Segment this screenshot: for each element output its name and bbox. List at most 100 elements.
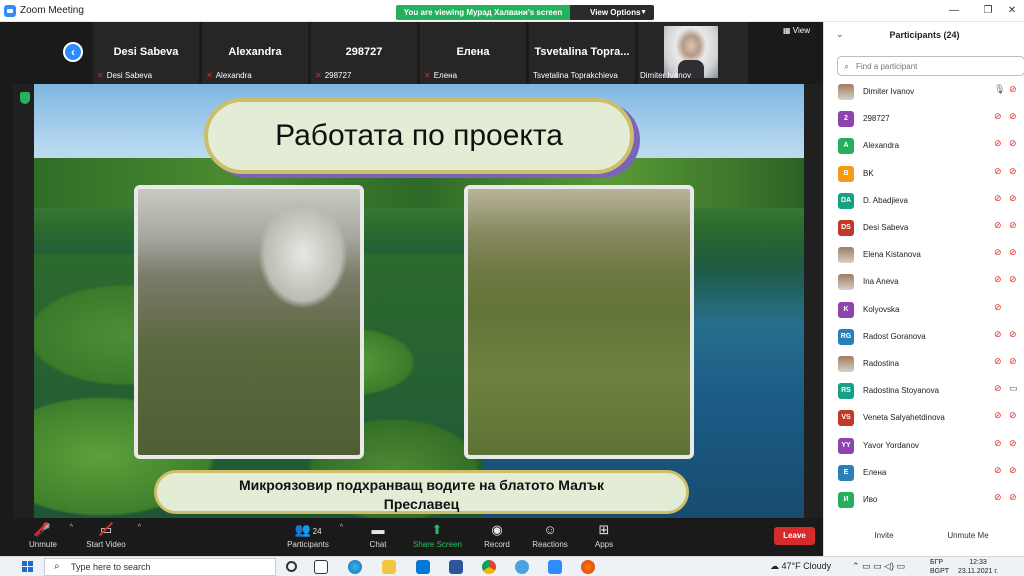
participant-name: Radostina	[863, 359, 900, 368]
taskbar-search-input[interactable]: ⌕ Type here to search	[44, 558, 276, 576]
video-off-icon: ⊘	[1009, 247, 1017, 258]
participant-row[interactable]: Dimiter Ivanov 🎙 ⊘	[824, 80, 1024, 107]
participant-row[interactable]: DA D. Abadjieva ⊘ ⊘	[824, 189, 1024, 216]
mic-muted-icon: ⊘	[994, 410, 1002, 421]
close-icon[interactable]: ✕	[1002, 3, 1022, 19]
view-options-button[interactable]: View Options ▼	[570, 5, 654, 20]
record-button[interactable]: ◉ Record	[483, 518, 511, 556]
video-off-icon: ⊘	[1009, 464, 1017, 475]
participant-row[interactable]: Radostina ⊘ ⊘	[824, 352, 1024, 379]
participant-row[interactable]: И Иво ⊘ ⊘	[824, 488, 1024, 515]
language-top: БГР	[930, 559, 944, 566]
participant-row[interactable]: A Alexandra ⊘ ⊘	[824, 134, 1024, 161]
share-screen-button[interactable]: ⬆ Share Screen	[413, 518, 462, 556]
chat-button[interactable]: ▬ Chat	[365, 518, 391, 556]
tile-label-text: Desi Sabeva	[106, 71, 153, 80]
smiley-icon: ☺	[543, 522, 557, 537]
participant-name: Veneta Salyahetdinova	[863, 413, 945, 423]
zoom-taskbar-icon[interactable]	[548, 560, 562, 574]
minimize-icon[interactable]: —	[944, 3, 964, 19]
taskbar-clock[interactable]: 12:33 23.11.2021 г.	[953, 558, 1003, 576]
avatar: Е	[838, 464, 854, 481]
unmute-me-button[interactable]: Unmute Me	[940, 527, 996, 545]
chat-icon: ▬	[371, 522, 385, 537]
video-tile[interactable]: 298727 ✕ 298727	[311, 22, 417, 84]
apps-button[interactable]: ⊞ Apps	[593, 518, 615, 556]
clock-date: 23.11.2021 г.	[957, 568, 999, 575]
video-tile[interactable]: Елена ✕ Елена	[420, 22, 526, 84]
firefox-icon[interactable]	[581, 560, 595, 574]
mic-muted-icon: 🎤	[25, 518, 61, 540]
video-tile[interactable]: Alexandra ✕ Alexandra	[202, 22, 308, 84]
share-screen-label: Share Screen	[413, 540, 462, 549]
start-video-button[interactable]: ▭ Start Video ^	[83, 518, 141, 556]
video-off-icon: ⊘	[1009, 138, 1017, 149]
participant-row[interactable]: Е Елена ⊘ ⊘	[824, 461, 1024, 488]
gallery-strip: ‹ Desi Sabeva ✕ Desi Sabeva Alexandra ✕ Al…	[13, 22, 823, 84]
tile-label-text: 298727	[324, 71, 352, 80]
panel-header: ⌄ Participants (24)	[824, 22, 1024, 48]
participants-count: 24	[312, 527, 322, 536]
caret-up-icon[interactable]: ^	[340, 524, 343, 531]
avatar: 2	[838, 111, 854, 128]
grid-icon: ▦	[783, 26, 793, 35]
edge-icon[interactable]	[348, 560, 362, 574]
view-toggle[interactable]: ▦ View	[783, 26, 810, 35]
participant-name: Ina Aneva	[863, 277, 899, 287]
invite-button[interactable]: Invite	[864, 527, 904, 545]
restore-icon[interactable]: ❐	[978, 3, 998, 19]
language-indicator[interactable]: БГР BGPT	[930, 558, 949, 576]
participant-row[interactable]: DS Desi Sabeva ⊘ ⊘	[824, 216, 1024, 243]
view-label: View	[792, 26, 810, 35]
file-explorer-icon[interactable]	[382, 560, 396, 574]
slide-title: Работата по проекта	[275, 119, 563, 152]
participant-name: Иво	[863, 495, 878, 504]
cortana-icon[interactable]	[286, 561, 297, 572]
participant-row[interactable]: Ina Aneva ⊘ ⊘	[824, 270, 1024, 297]
video-tile[interactable]: Desi Sabeva ✕ Desi Sabeva	[93, 22, 199, 84]
reactions-button[interactable]: ☺ Reactions	[531, 518, 569, 556]
app-icon[interactable]	[515, 560, 529, 574]
video-tile[interactable]: Tsvetalina Topra... Tsvetalina Toprakchi…	[529, 22, 635, 84]
windows-start-icon[interactable]	[22, 561, 34, 573]
gallery-back-button[interactable]: ‹	[63, 42, 83, 62]
avatar: VS	[838, 410, 854, 427]
language-bottom: BGPT	[930, 568, 950, 575]
store-icon[interactable]	[416, 560, 430, 574]
unmute-button[interactable]: 🎤 Unmute ^	[25, 518, 73, 556]
word-icon[interactable]	[449, 560, 463, 574]
participant-row[interactable]: YY Yavor Yordanov ⊘ ⊘	[824, 434, 1024, 461]
participants-button[interactable]: 👥 24 Participants ^	[285, 518, 343, 556]
video-off-icon: ⊘	[1009, 274, 1017, 285]
mic-icon: 🎙	[994, 84, 1006, 94]
participant-search-input[interactable]: ⌕ Find a participant	[837, 56, 1024, 76]
zoom-logo-icon	[4, 5, 16, 17]
avatar: K	[838, 301, 854, 318]
video-tile[interactable]: Dimiter Ivanov	[638, 22, 748, 84]
security-shield-icon[interactable]	[20, 92, 30, 104]
participant-row[interactable]: RG Radost Goranova ⊘ ⊘	[824, 325, 1024, 352]
chrome-icon[interactable]	[482, 560, 496, 574]
participant-row[interactable]: VS Veneta Salyahetdinova ⊘ ⊘	[824, 406, 1024, 433]
leave-button[interactable]: Leave	[774, 527, 815, 545]
meeting-toolbar: 🎤 Unmute ^ ▭ Start Video ^ 👥 24 Participa…	[13, 518, 823, 556]
task-view-icon[interactable]	[314, 560, 328, 574]
tile-label-text: Dimiter Ivanov	[640, 71, 692, 80]
reactions-label: Reactions	[532, 540, 568, 549]
participant-row[interactable]: 2 298727 ⊘ ⊘	[824, 107, 1024, 134]
video-icon: ▭	[1009, 383, 1018, 394]
avatar: RG	[838, 328, 854, 345]
video-off-icon: ⊘	[1009, 192, 1017, 203]
participant-name: BK	[863, 168, 874, 178]
weather-widget[interactable]: ☁ 47°F Cloudy	[770, 561, 831, 572]
caret-up-icon[interactable]: ^	[70, 524, 73, 531]
participant-row[interactable]: RS Radostina Stoyanova ⊘ ▭	[824, 379, 1024, 406]
participant-row[interactable]: B BK ⊘ ⊘	[824, 162, 1024, 189]
caret-up-icon[interactable]: ^	[138, 524, 141, 531]
avatar	[838, 84, 854, 100]
apps-icon: ⊞	[598, 522, 610, 537]
system-tray[interactable]: ⌃ ▭ ▭ ◁) ▭	[852, 561, 905, 572]
participant-row[interactable]: Elena Kistanova ⊘ ⊘	[824, 243, 1024, 270]
participant-name: Kolyovska	[863, 304, 900, 314]
participant-row[interactable]: K Kolyovska ⊘	[824, 298, 1024, 325]
